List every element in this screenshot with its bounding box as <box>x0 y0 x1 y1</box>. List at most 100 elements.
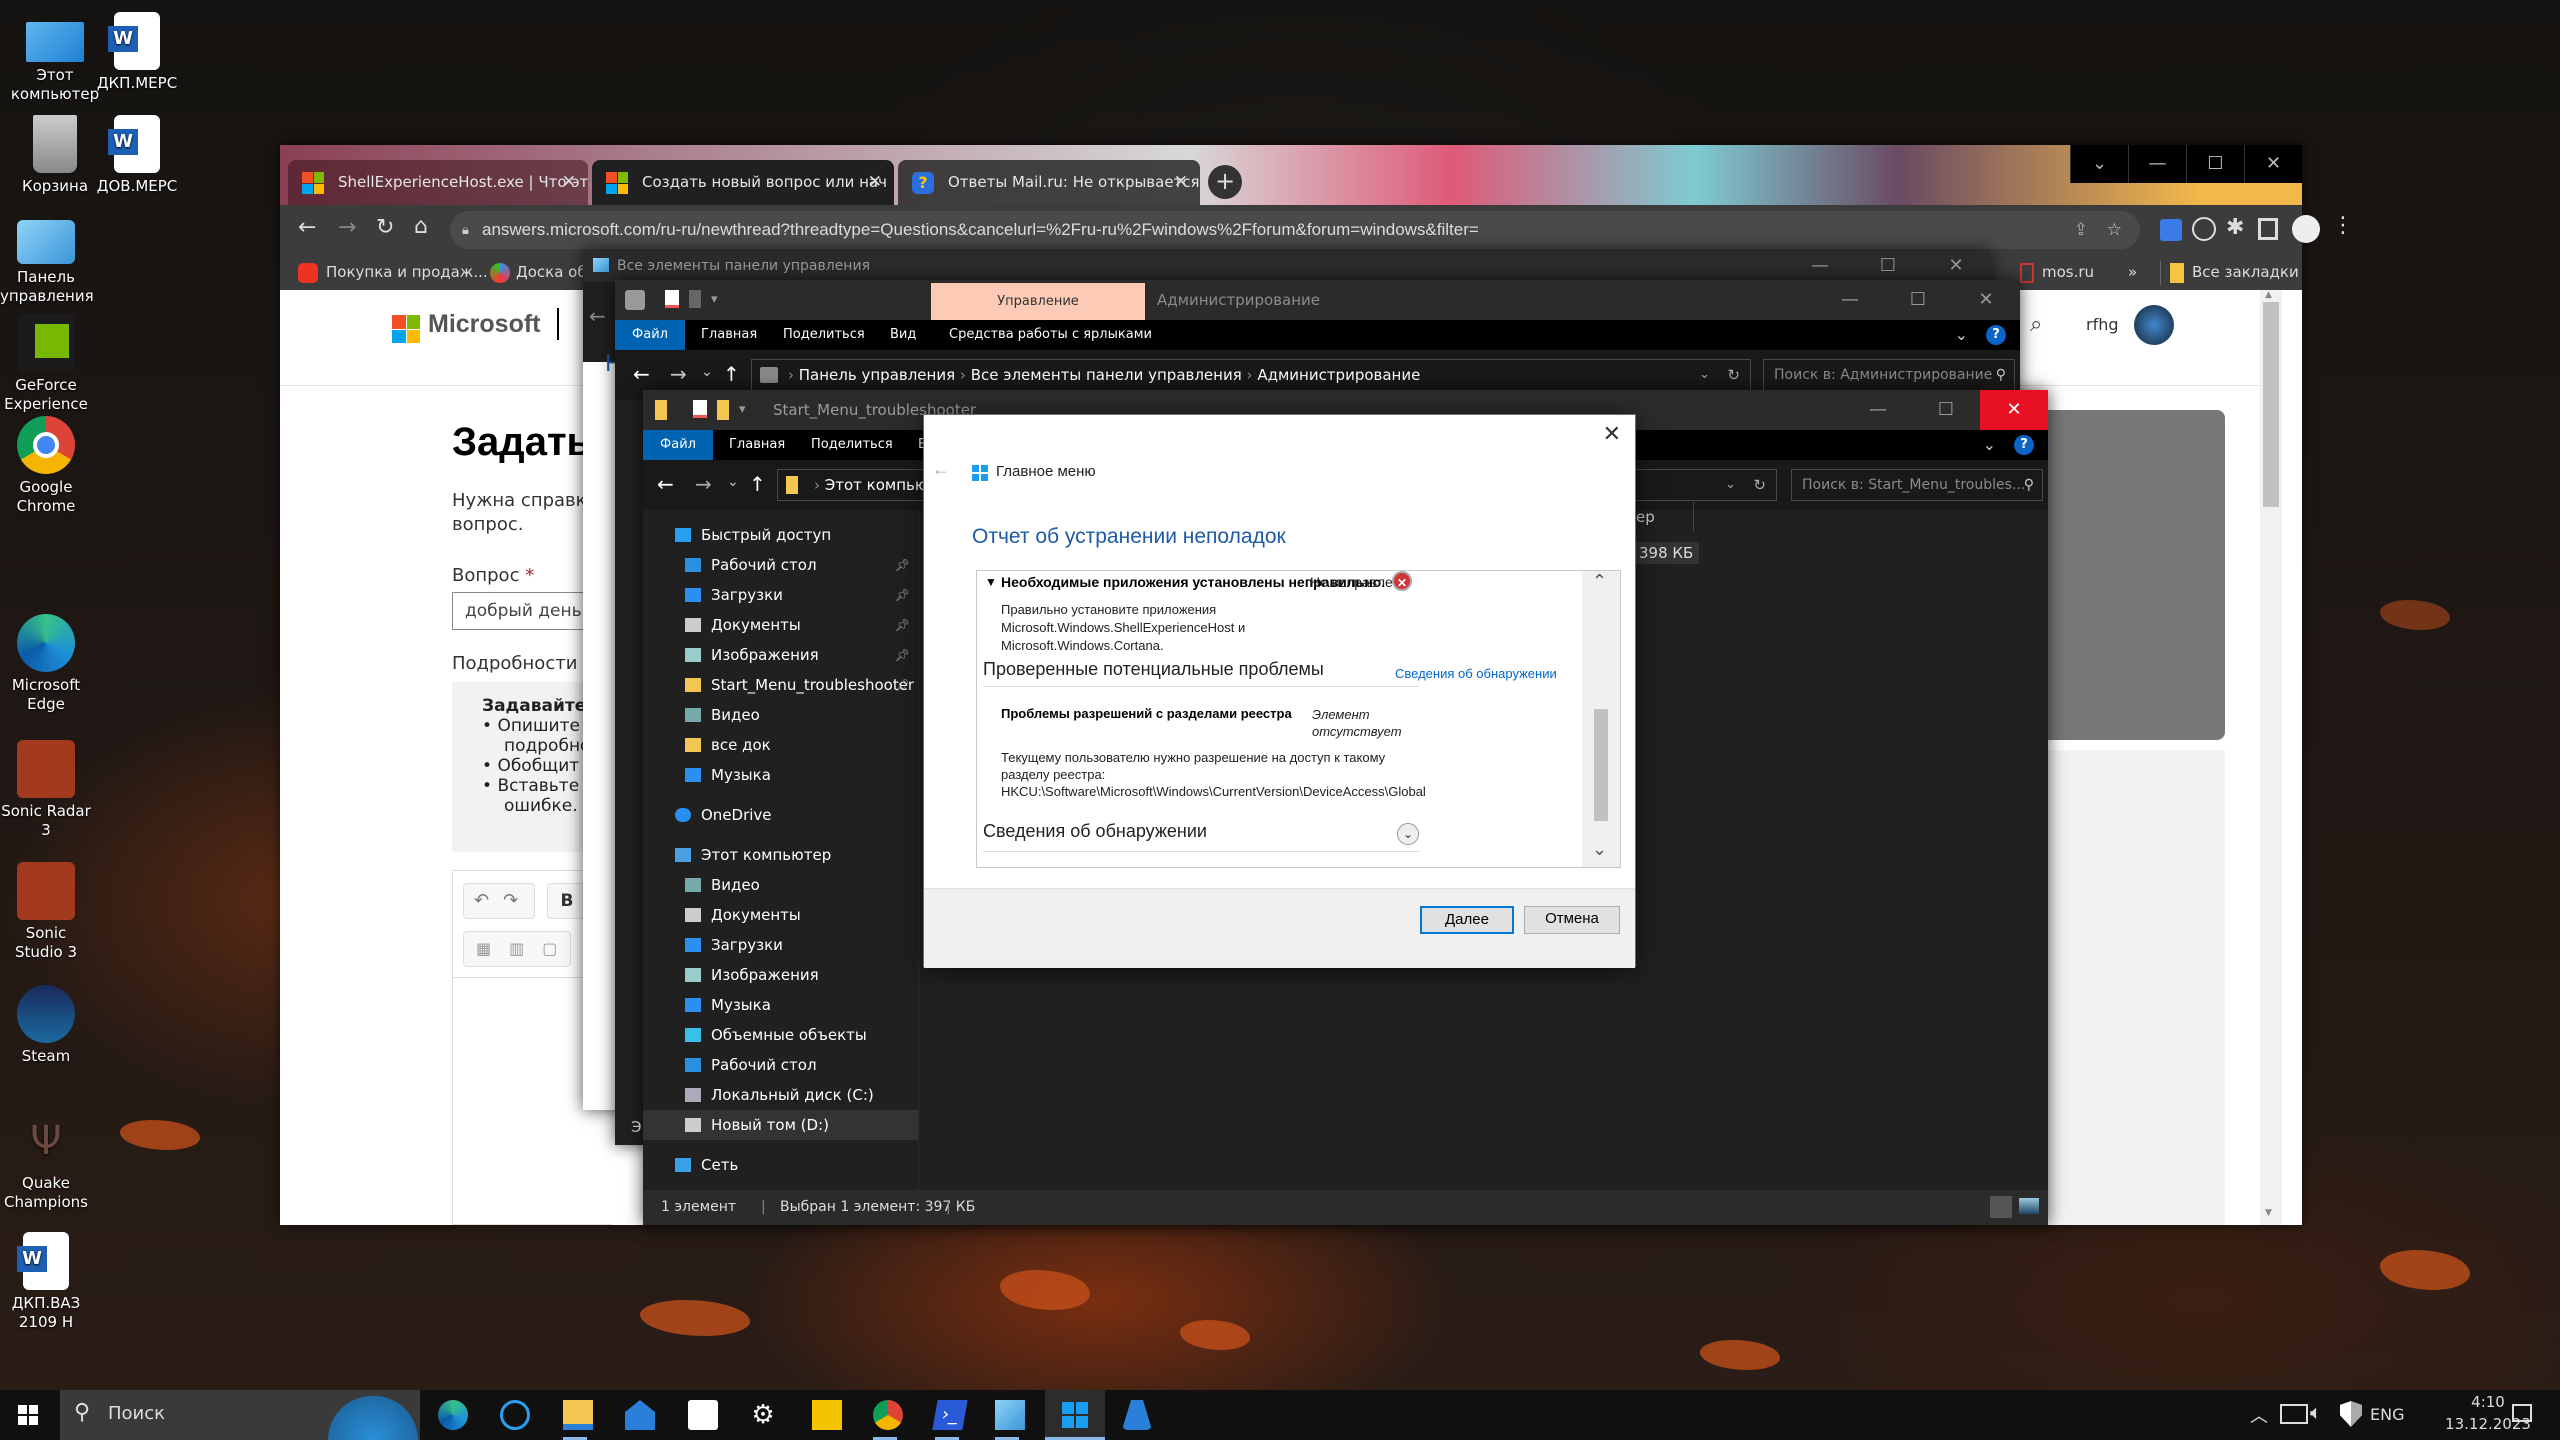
new-folder-icon[interactable] <box>689 290 701 308</box>
tool-icon[interactable] <box>1122 1400 1152 1430</box>
tab-mail-answers[interactable]: ? Ответы Mail.ru: Не открывается ✕ <box>898 160 1200 205</box>
admin-breadcrumb[interactable]: › Панель управления › Все элементы панел… <box>751 359 1751 391</box>
tab-new-question[interactable]: Создать новый вопрос или нач ✕ <box>592 160 894 205</box>
forward-icon[interactable]: → <box>338 215 356 240</box>
nav-item[interactable]: Рабочий стол <box>643 1050 918 1080</box>
maximize-button[interactable]: ☐ <box>2186 145 2244 183</box>
scroll-up-icon[interactable]: ⌃ <box>1592 571 1607 592</box>
control-panel-back[interactable]: ← <box>583 282 615 362</box>
taskbar-search[interactable]: ⚲ Поиск <box>60 1390 420 1440</box>
nav-item[interactable]: Загрузки 📌︎ <box>643 580 918 610</box>
file-size-fragment[interactable]: 398 КБ <box>1633 542 1700 564</box>
ribbon-tab-share[interactable]: Поделиться <box>811 430 893 460</box>
maximize-button[interactable]: ☐ <box>1912 390 1980 430</box>
explorer-search-input[interactable]: Поиск в: Start_Menu_troubles... ⚲ <box>1791 469 2043 501</box>
properties-icon[interactable] <box>665 290 679 308</box>
detection-details-link[interactable]: Сведения об обнаружении <box>1395 666 1557 681</box>
bookmark-item[interactable]: mos.ru <box>2042 255 2094 290</box>
dialog-close-icon[interactable]: ✕ <box>1603 421 1621 447</box>
nav-item[interactable]: Видео <box>643 700 918 730</box>
back-icon[interactable]: ← <box>633 362 650 386</box>
ribbon-tab-shortcut-tools[interactable]: Средства работы с ярлыками <box>949 320 1152 350</box>
help-icon[interactable]: ? <box>2014 435 2034 455</box>
pin-icon[interactable]: 📌︎ <box>895 610 910 640</box>
up-icon[interactable]: ↑ <box>723 362 740 386</box>
recent-dropdown[interactable]: ⌄ <box>701 364 713 380</box>
close-tab-icon[interactable]: ✕ <box>1174 160 1188 205</box>
large-icons-view-button[interactable] <box>2019 1198 2039 1214</box>
reload-icon[interactable]: ↻ <box>376 215 394 240</box>
profile-avatar[interactable] <box>2292 215 2320 243</box>
side-panel-icon[interactable] <box>2258 218 2278 240</box>
speed-extension-icon[interactable] <box>2192 217 2216 241</box>
undo-icon[interactable]: ↶ <box>474 890 489 911</box>
pin-icon[interactable]: 📌︎ <box>895 640 910 670</box>
pin-icon[interactable]: 📌︎ <box>895 550 910 580</box>
page-scrollbar[interactable]: ▲ ▼ <box>2260 290 2282 1225</box>
volume-icon[interactable]: 🔈︎ <box>2310 1400 2322 1424</box>
recent-dropdown[interactable]: ⌄ <box>727 474 739 490</box>
close-button[interactable]: ✕ <box>2244 145 2302 183</box>
cortana-icon[interactable] <box>500 1400 530 1430</box>
file-explorer-icon[interactable] <box>563 1400 593 1430</box>
report-scrollbar[interactable]: ⌃ ⌄ <box>1582 571 1620 867</box>
ribbon-tab-home[interactable]: Главная <box>701 320 757 350</box>
close-tab-icon[interactable]: ✕ <box>868 160 882 205</box>
desktop-icon-dkp-mers[interactable]: W ДКП.МЕРС <box>82 12 192 93</box>
minimize-button[interactable]: — <box>1816 280 1884 320</box>
nav-item[interactable]: все док <box>643 730 918 760</box>
ribbon-tab-file[interactable]: Файл <box>615 320 685 350</box>
context-tab-manage[interactable]: Управление <box>931 283 1145 320</box>
maximize-button[interactable]: ☐ <box>1854 250 1922 282</box>
settings-icon[interactable]: ⚙ <box>748 1400 778 1430</box>
powershell-icon[interactable]: ›_ <box>932 1400 968 1430</box>
control-panel-icon[interactable] <box>995 1400 1025 1430</box>
mail-icon[interactable] <box>625 1400 655 1430</box>
nav-item[interactable]: Быстрый доступ <box>643 520 918 550</box>
share-icon[interactable]: ⇪ <box>2074 211 2088 249</box>
up-icon[interactable]: ↑ <box>749 472 766 496</box>
nav-item[interactable]: Музыка <box>643 990 918 1020</box>
desktop-icon-sonic-studio[interactable]: Sonic Studio 3 <box>0 862 92 962</box>
ribbon-tab-file[interactable]: Файл <box>643 430 713 460</box>
nav-item[interactable]: Объемные объекты <box>643 1020 918 1050</box>
redo-icon[interactable]: ↷ <box>503 890 518 911</box>
store-icon[interactable] <box>688 1400 718 1430</box>
nav-item[interactable]: Этот компьютер <box>643 840 918 870</box>
nav-item[interactable]: Документы 📌︎ <box>643 610 918 640</box>
close-tab-icon[interactable]: ✕ <box>562 160 576 205</box>
sticky-notes-icon[interactable] <box>812 1400 842 1430</box>
nav-item[interactable]: Новый том (D:) <box>643 1110 918 1140</box>
desktop-icon-geforce[interactable]: GeForce Experience <box>0 314 92 414</box>
nav-item[interactable]: Загрузки <box>643 930 918 960</box>
ribbon-tab-home[interactable]: Главная <box>729 430 785 460</box>
troubleshooter-taskbar-button[interactable] <box>1045 1390 1105 1440</box>
maximize-button[interactable]: ☐ <box>1884 280 1952 320</box>
desktop-icon-quake[interactable]: Ψ Quake Champions <box>0 1112 92 1212</box>
language-indicator[interactable]: ENG <box>2370 1405 2404 1424</box>
chrome-menu-icon[interactable]: ⋮ <box>2332 213 2354 238</box>
expand-triangle-icon[interactable]: ▼ <box>985 575 997 589</box>
dialog-back-icon[interactable]: ← <box>932 459 950 480</box>
table-tools-group[interactable]: ▦▥▢ <box>463 931 571 967</box>
column-header-fragment[interactable]: ер <box>1636 508 1655 526</box>
close-button[interactable]: ✕ <box>1922 250 1990 282</box>
desktop-icon-sonic-radar[interactable]: Sonic Radar 3 <box>0 740 92 840</box>
start-button[interactable] <box>18 1405 38 1425</box>
translate-extension-icon[interactable] <box>2160 219 2182 241</box>
desktop-icon-dkp-vaz[interactable]: W ДКП.ВАЗ 2109 Н <box>0 1232 92 1332</box>
desktop-icon-chrome[interactable]: Google Chrome <box>0 416 92 516</box>
nav-item[interactable]: Музыка <box>643 760 918 790</box>
tab-shellexperiencehost[interactable]: ShellExperienceHost.exe | Что это ✕ <box>288 160 588 205</box>
quick-access-dropdown[interactable]: ▾ <box>711 280 718 320</box>
edge-icon[interactable] <box>438 1400 468 1430</box>
admin-search-input[interactable]: Поиск в: Администрирование ⚲ <box>1763 359 2015 391</box>
desktop-icon-dov-mers[interactable]: W ДОВ.МЕРС <box>82 115 192 196</box>
site-search-icon[interactable]: ⌕ <box>2030 312 2042 337</box>
nav-item[interactable]: Изображения <box>643 960 918 990</box>
forward-icon[interactable]: → <box>670 362 687 386</box>
cancel-button[interactable]: Отмена <box>1524 906 1620 934</box>
expand-details-icon[interactable]: ⌄ <box>1397 823 1419 845</box>
scroll-thumb[interactable] <box>1594 709 1608 821</box>
bookmark-item[interactable]: Покупка и продаж... <box>326 255 488 290</box>
